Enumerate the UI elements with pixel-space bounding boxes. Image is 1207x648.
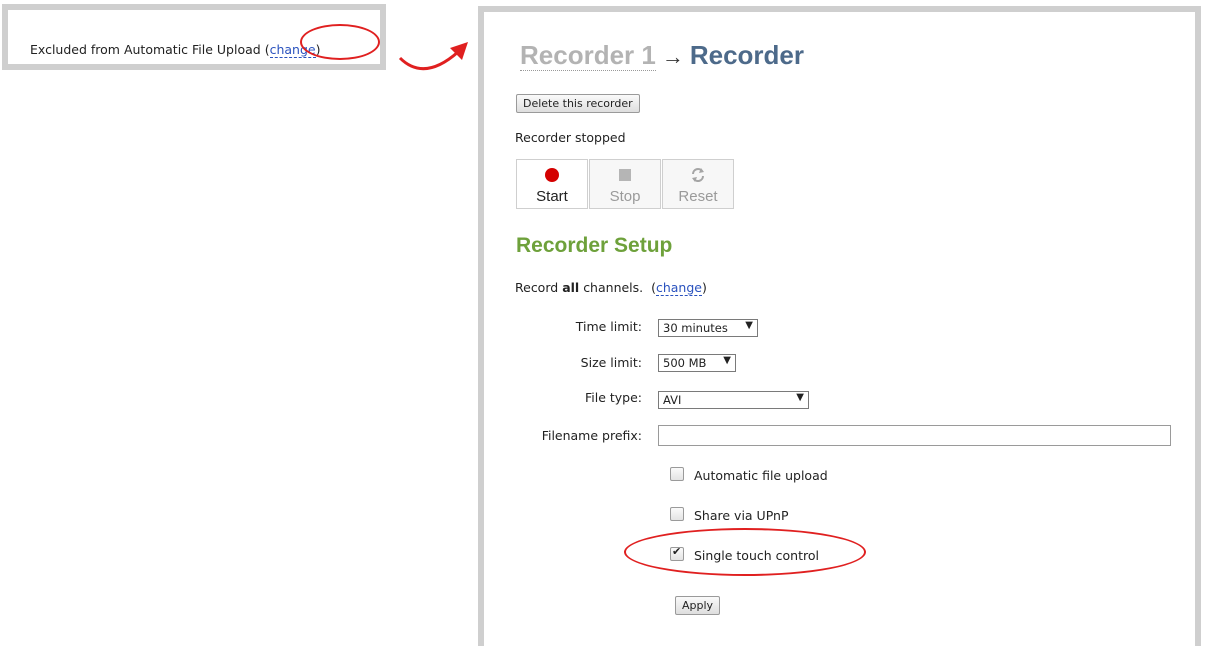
reset-label: Reset — [678, 188, 718, 205]
change-channels-link[interactable]: change — [655, 280, 702, 296]
section-title: Recorder Setup — [516, 234, 673, 257]
share-upnp-checkbox[interactable] — [670, 507, 684, 521]
paren-close: ) — [315, 42, 321, 57]
reset-icon — [692, 168, 704, 182]
upload-status-label: Excluded from Automatic File Upload — [30, 42, 261, 57]
apply-button[interactable]: Apply — [675, 596, 721, 615]
file-type-label: File type: — [584, 390, 642, 405]
filename-prefix-label: Filename prefix: — [541, 428, 642, 443]
page-title: Recorder 1 → Recorder — [520, 40, 804, 71]
time-limit-value: 30 minutes — [663, 321, 728, 335]
record-bold: all — [562, 280, 580, 295]
share-upnp-label: Share via UPnP — [694, 508, 789, 523]
breadcrumb-current: Recorder — [689, 40, 804, 70]
reset-button[interactable]: Reset — [662, 159, 734, 209]
change-upload-link[interactable]: change — [269, 42, 316, 58]
start-label: Start — [536, 188, 568, 205]
recorder-status: Recorder stopped — [515, 130, 626, 145]
single-touch-checkbox[interactable] — [670, 545, 684, 561]
stop-button[interactable]: Stop — [589, 159, 661, 209]
delete-recorder-button[interactable]: Delete this recorder — [516, 94, 640, 113]
dropdown-arrow-icon: ▼ — [796, 392, 804, 403]
upload-status-panel: Excluded from Automatic File Upload (cha… — [2, 4, 386, 70]
annotation-arrow-icon — [398, 42, 468, 71]
automatic-upload-label: Automatic file upload — [694, 468, 828, 483]
automatic-upload-option[interactable]: Automatic file upload — [670, 467, 828, 483]
dropdown-arrow-icon: ▼ — [745, 320, 753, 331]
file-type-value: AVI — [663, 393, 682, 407]
file-type-select[interactable]: AVI ▼ — [658, 391, 809, 409]
record-suffix: channels. — [583, 280, 644, 295]
record-dot-icon — [545, 168, 559, 182]
breadcrumb-arrow: → — [661, 44, 684, 69]
upload-status-text: Excluded from Automatic File Upload (cha… — [30, 42, 321, 58]
record-channels-text: Record all channels. (change) — [515, 280, 707, 296]
size-limit-label: Size limit: — [580, 355, 642, 370]
time-limit-select[interactable]: 30 minutes ▼ — [658, 319, 758, 337]
recorder-config-panel: Recorder 1 → Recorder Delete this recorder… — [478, 6, 1201, 646]
share-upnp-option[interactable]: Share via UPnP — [670, 507, 788, 523]
stop-square-icon — [619, 169, 631, 181]
paren-open: ( — [264, 42, 270, 57]
single-touch-label: Single touch control — [694, 548, 819, 563]
breadcrumb-recorder-1[interactable]: Recorder 1 — [520, 40, 656, 71]
record-prefix: Record — [515, 280, 559, 295]
time-limit-label: Time limit: — [575, 319, 642, 334]
start-button[interactable]: Start — [516, 159, 588, 209]
recorder-controls: Start Stop Reset — [516, 159, 735, 209]
filename-prefix-input[interactable] — [658, 425, 1171, 446]
size-limit-select[interactable]: 500 MB ▼ — [658, 354, 736, 372]
dropdown-arrow-icon: ▼ — [723, 355, 731, 366]
size-limit-value: 500 MB — [663, 356, 707, 370]
stop-label: Stop — [609, 188, 641, 205]
automatic-upload-checkbox[interactable] — [670, 467, 684, 481]
single-touch-option[interactable]: Single touch control — [670, 545, 819, 563]
